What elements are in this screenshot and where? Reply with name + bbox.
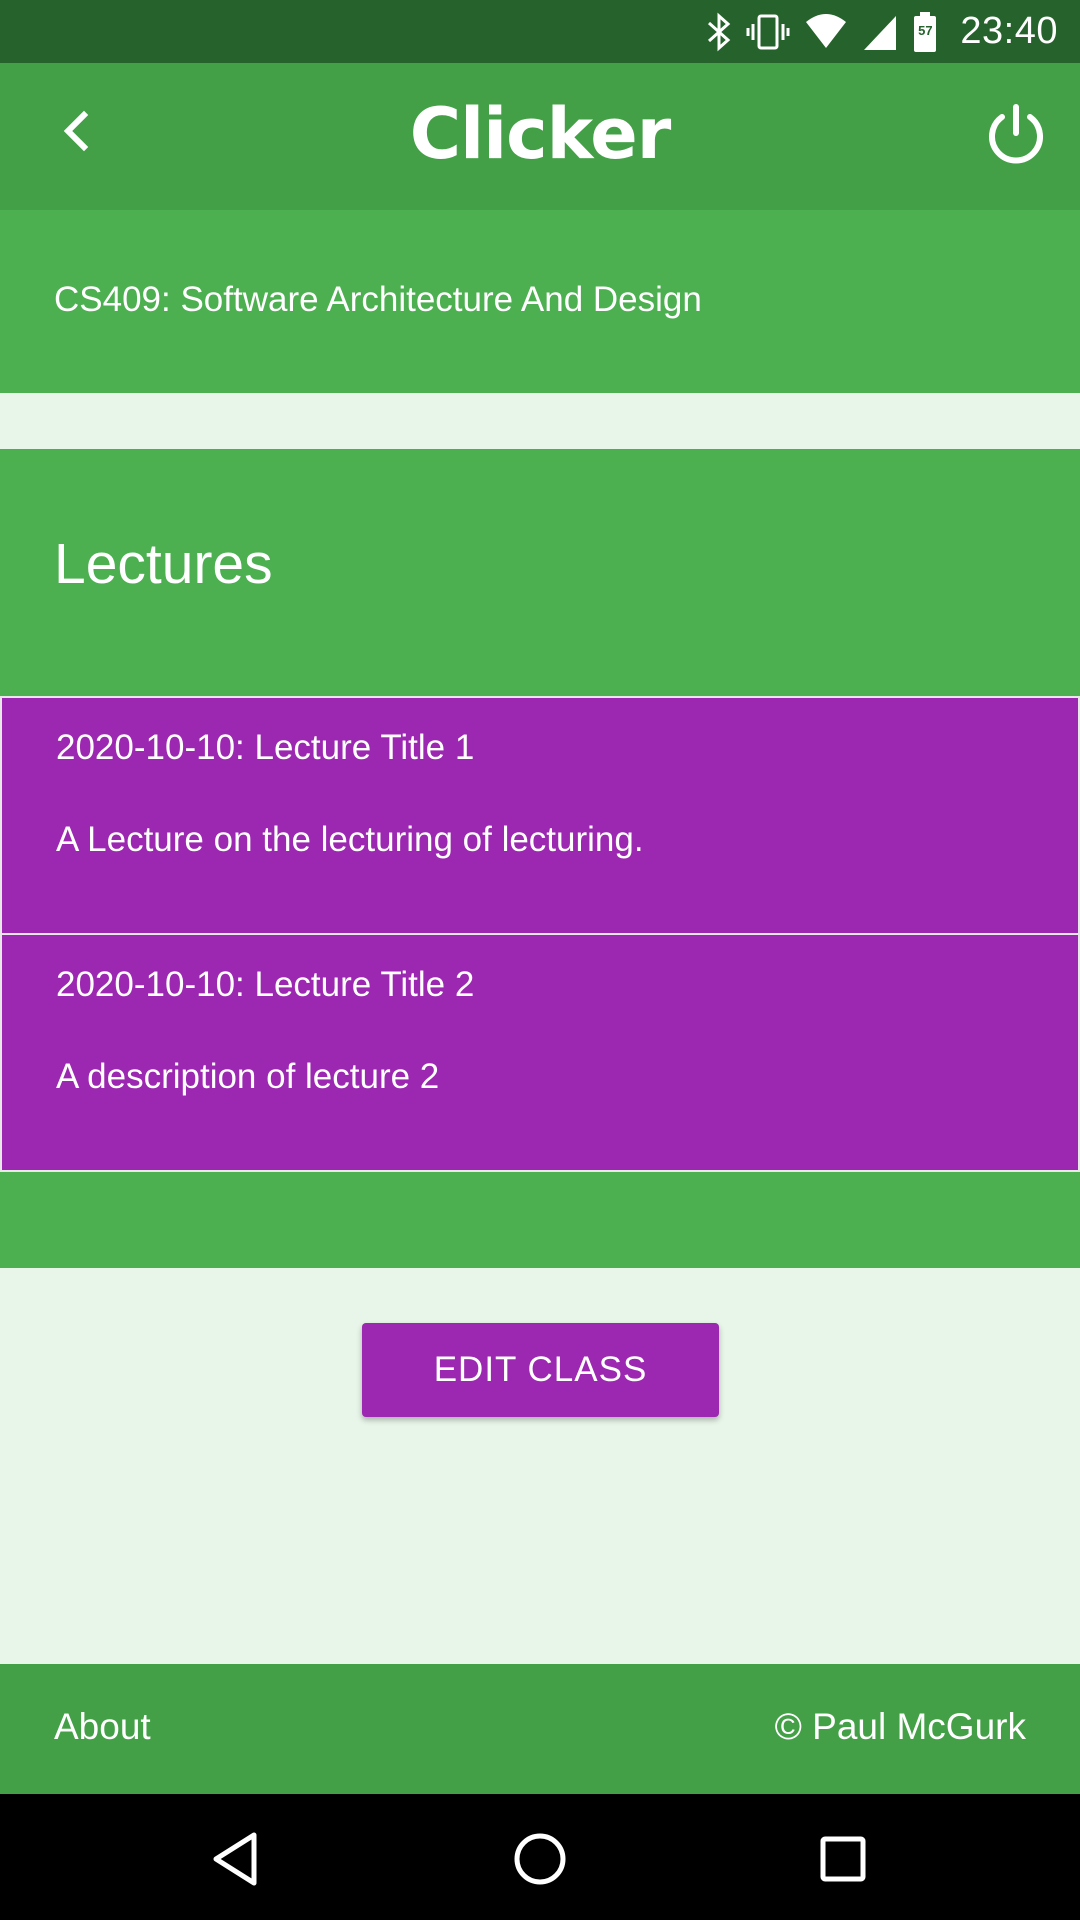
cell-signal-icon (862, 12, 898, 52)
lectures-panel: Lectures 2020-10-10: Lecture Title 1 A L… (0, 449, 1080, 1268)
course-panel: CS409: Software Architecture And Design (0, 210, 1080, 393)
course-title: CS409: Software Architecture And Design (54, 280, 702, 319)
lectures-heading: Lectures (54, 532, 273, 596)
home-circle-icon (514, 1833, 566, 1885)
lecture-item[interactable]: 2020-10-10: Lecture Title 1 A Lecture on… (0, 696, 1080, 935)
status-bar: 57 23:40 (0, 0, 1080, 63)
wifi-icon (804, 12, 848, 52)
status-time: 23:40 (960, 10, 1058, 52)
nav-back-button[interactable] (200, 1824, 270, 1894)
bluetooth-icon (706, 12, 732, 52)
system-nav-bar (0, 1794, 1080, 1920)
about-link[interactable]: About (54, 1706, 151, 1748)
app-bar: Clicker (0, 63, 1080, 210)
footer: About © Paul McGurk (0, 1664, 1080, 1794)
lecture-description: A description of lecture 2 (56, 1057, 440, 1096)
power-button[interactable] (980, 99, 1052, 171)
vibrate-icon (746, 12, 790, 52)
back-triangle-icon (213, 1832, 257, 1886)
lecture-list: 2020-10-10: Lecture Title 1 A Lecture on… (0, 696, 1080, 1172)
lecture-title: 2020-10-10: Lecture Title 2 (56, 965, 475, 1004)
edit-class-button[interactable]: EDIT CLASS (362, 1323, 719, 1417)
nav-recents-button[interactable] (808, 1824, 878, 1894)
lecture-description: A Lecture on the lecturing of lecturing. (56, 820, 644, 859)
battery-level: 57 (918, 22, 933, 38)
copyright-text: © Paul McGurk (774, 1706, 1026, 1747)
lecture-title: 2020-10-10: Lecture Title 1 (56, 728, 475, 767)
app-title: Clicker (409, 93, 672, 175)
nav-home-button[interactable] (505, 1824, 575, 1894)
power-icon (989, 104, 1043, 164)
recents-square-icon (820, 1836, 866, 1882)
lecture-item[interactable]: 2020-10-10: Lecture Title 2 A descriptio… (0, 933, 1080, 1172)
status-icons: 57 23:40 (706, 10, 1058, 53)
battery-icon: 57 (912, 11, 938, 53)
